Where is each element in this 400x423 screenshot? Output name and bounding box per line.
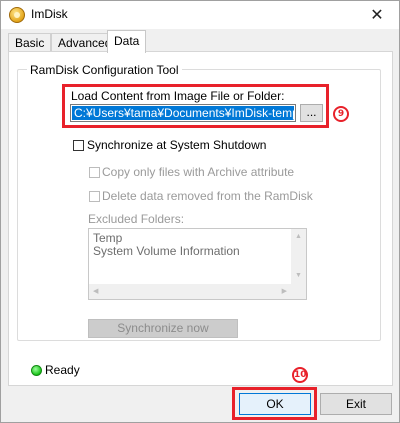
ok-button[interactable]: OK (239, 393, 311, 415)
window-title: ImDisk (31, 7, 68, 21)
excluded-folders-label: Excluded Folders: (88, 212, 185, 226)
image-path-input[interactable]: C:¥Users¥tama¥Documents¥ImDisk-temp (70, 104, 296, 122)
vertical-scrollbar[interactable]: ▲ ▼ (291, 229, 306, 284)
copy-archive-label: Copy only files with Archive attribute (102, 165, 295, 179)
list-item[interactable]: System Volume Information (93, 244, 240, 258)
sync-shutdown-checkbox[interactable] (73, 140, 84, 151)
group-title: RamDisk Configuration Tool (27, 63, 182, 77)
step-badge-10: 10 (292, 367, 308, 383)
exit-button[interactable]: Exit (320, 393, 392, 415)
sync-shutdown-label: Synchronize at System Shutdown (87, 138, 267, 152)
copy-archive-checkbox[interactable] (89, 167, 100, 178)
excluded-folders-list[interactable]: Temp System Volume Information ▲ ▼ ◀ ▶ (88, 228, 307, 300)
scroll-up-arrow-icon[interactable]: ▲ (295, 233, 302, 241)
step-badge-9: 9 (333, 106, 349, 122)
load-content-label: Load Content from Image File or Folder: (71, 89, 285, 103)
scroll-corner (291, 284, 306, 299)
tab-data[interactable]: Data (107, 30, 147, 53)
green-status-icon (31, 365, 42, 376)
list-item[interactable]: Temp (93, 231, 122, 245)
close-icon[interactable]: ✕ (355, 1, 399, 29)
scroll-down-arrow-icon[interactable]: ▼ (295, 272, 302, 280)
browse-button[interactable]: ... (300, 104, 323, 122)
status-text: Ready (45, 363, 80, 377)
delete-removed-checkbox[interactable] (89, 191, 100, 202)
horizontal-scrollbar[interactable]: ◀ ▶ (89, 284, 291, 299)
delete-removed-label: Delete data removed from the RamDisk (102, 189, 313, 203)
scroll-left-arrow-icon[interactable]: ◀ (93, 288, 98, 296)
tab-basic[interactable]: Basic (8, 33, 52, 52)
synchronize-now-button[interactable]: Synchronize now (88, 319, 238, 338)
imdisk-app-icon (9, 7, 25, 23)
title-bar: ImDisk ✕ (1, 1, 399, 29)
imdisk-window: ImDisk ✕ Basic Advanced Data RamDisk Con… (0, 0, 400, 423)
scroll-right-arrow-icon[interactable]: ▶ (282, 288, 287, 296)
image-path-value: C:¥Users¥tama¥Documents¥ImDisk-temp (72, 106, 294, 120)
